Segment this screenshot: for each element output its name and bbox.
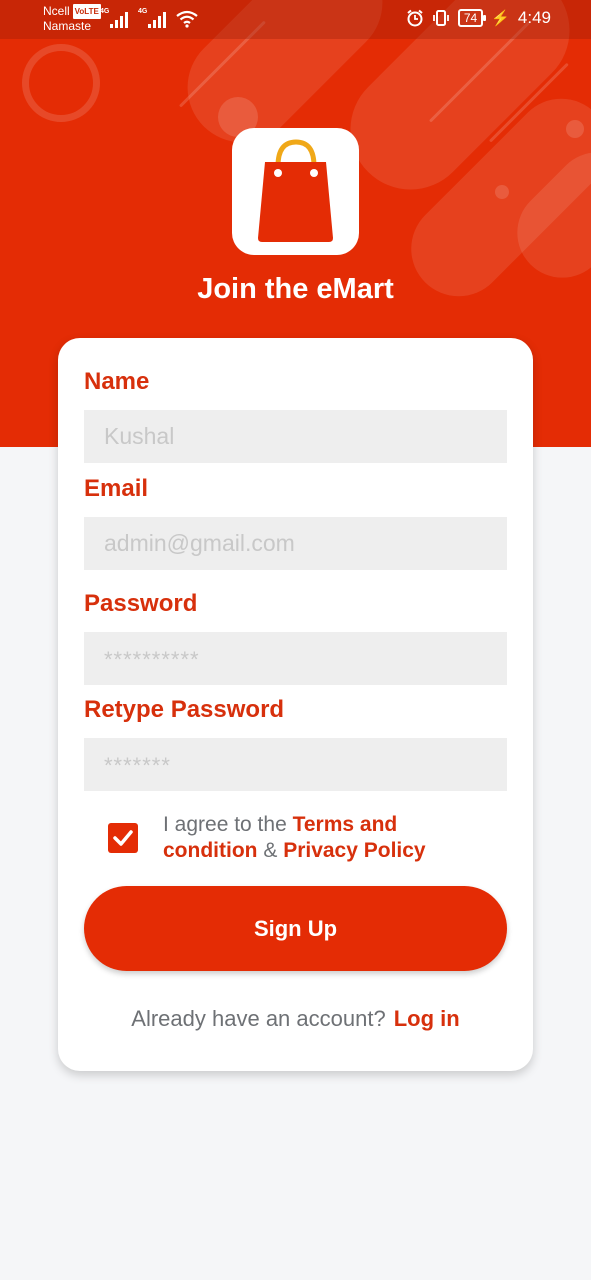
agreement-and: & <box>263 839 278 862</box>
checkmark-icon <box>113 830 133 846</box>
decor-dot <box>495 185 509 199</box>
login-prompt-row: Already have an account? Log in <box>58 1006 533 1032</box>
system-indicators: 74 ⚡ 4:49 <box>406 8 551 28</box>
decor-dot <box>566 120 584 138</box>
password-field[interactable]: ********** <box>84 632 507 685</box>
wifi-icon <box>176 10 198 28</box>
privacy-link[interactable]: Privacy Policy <box>283 839 425 862</box>
password-label: Password <box>84 590 198 617</box>
name-field[interactable]: Kushal <box>84 410 507 463</box>
decor-ring <box>22 44 100 122</box>
login-prompt: Already have an account? <box>131 1006 386 1031</box>
agree-checkbox[interactable] <box>108 823 138 853</box>
page-title: Join the eMart <box>197 273 394 305</box>
status-bar: Ncell VoLTE Namaste 4G 4G 74 ⚡ 4:49 <box>0 0 591 39</box>
sign-up-button[interactable]: Sign Up <box>84 886 507 971</box>
retype-password-field[interactable]: ******* <box>84 738 507 791</box>
agreement-text: I agree to the Terms and condition & Pri… <box>163 812 493 864</box>
retype-password-label: Retype Password <box>84 696 285 723</box>
volte-badge: VoLTE <box>72 4 101 19</box>
agreement-prefix: I agree to the <box>163 813 287 836</box>
carrier-name: Ncell <box>43 4 70 18</box>
app-logo <box>232 128 359 255</box>
vibrate-icon <box>432 10 449 26</box>
name-label: Name <box>84 368 150 395</box>
charging-icon: ⚡ <box>491 10 510 27</box>
email-label: Email <box>84 475 149 502</box>
shopping-bag-icon <box>258 139 333 242</box>
signup-form-card: Name Kushal Email admin@gmail.com Passwo… <box>58 338 533 1071</box>
alarm-icon <box>407 9 423 27</box>
network-name: Namaste <box>43 19 92 33</box>
signal-icon: 4G <box>138 8 166 28</box>
clock: 4:49 <box>517 8 551 27</box>
email-field[interactable]: admin@gmail.com <box>84 517 507 570</box>
battery-indicator: 74 <box>457 9 487 27</box>
log-in-link[interactable]: Log in <box>394 1006 460 1031</box>
signal-icon: 4G <box>100 8 128 28</box>
carrier-info: Ncell VoLTE Namaste <box>43 4 101 34</box>
signal-indicators: 4G 4G <box>100 8 198 28</box>
